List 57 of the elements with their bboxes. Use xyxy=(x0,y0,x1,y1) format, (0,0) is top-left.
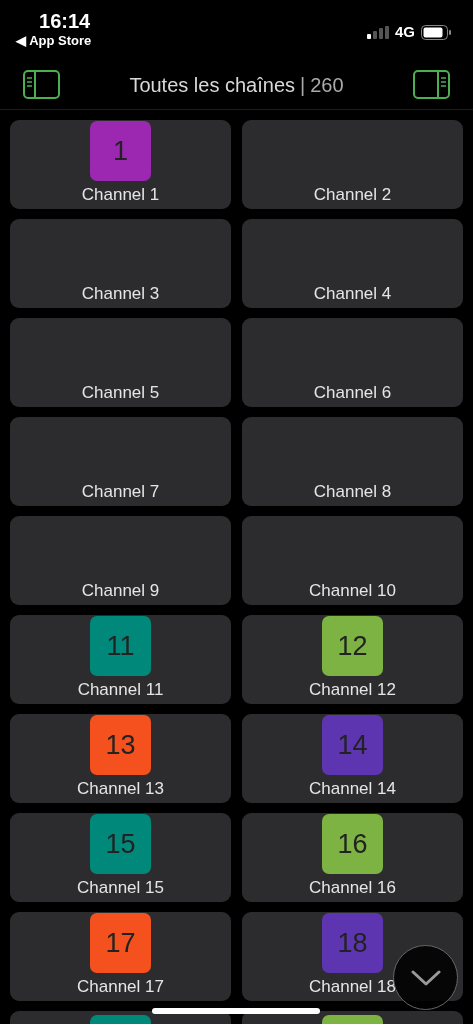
channel-name: Channel 16 xyxy=(309,877,396,899)
channel-name: Channel 14 xyxy=(309,778,396,800)
chevron-down-icon xyxy=(410,969,441,986)
channel-number-badge: 16 xyxy=(322,814,383,874)
channel-tile[interactable]: 17 Channel 17 xyxy=(10,912,231,1001)
channel-tile[interactable]: 13 Channel 13 xyxy=(10,714,231,803)
channel-number-badge: 11 xyxy=(90,616,151,676)
sidebar-left-icon xyxy=(23,70,60,99)
channel-name: Channel 4 xyxy=(313,283,392,305)
sidebar-right-icon xyxy=(413,70,450,99)
channel-tile[interactable]: 15 Channel 15 xyxy=(10,813,231,902)
channel-tile[interactable]: Channel 7 xyxy=(10,417,231,506)
network-type: 4G xyxy=(395,21,415,42)
channel-name: Channel 2 xyxy=(313,184,392,206)
channel-tile[interactable]: 16 Channel 16 xyxy=(242,813,463,902)
channel-name: Channel 10 xyxy=(309,580,396,602)
channel-tile[interactable]: 14 Channel 14 xyxy=(242,714,463,803)
battery-icon xyxy=(421,24,451,40)
channel-tile[interactable]: Channel 4 xyxy=(242,219,463,308)
right-panel-button[interactable] xyxy=(413,70,450,99)
header-title: Toutes les chaînes xyxy=(129,72,296,98)
channel-name: Channel 17 xyxy=(77,976,164,998)
channel-name: Channel 12 xyxy=(309,679,396,701)
channel-number-badge: 18 xyxy=(322,913,383,973)
channel-tile[interactable]: Channel 9 xyxy=(10,516,231,605)
signal-icon xyxy=(367,25,389,39)
channel-name: Channel 5 xyxy=(81,382,160,404)
channel-tile[interactable]: Channel 8 xyxy=(242,417,463,506)
channel-tile[interactable]: Channel 5 xyxy=(10,318,231,407)
channel-count: 260 xyxy=(310,72,344,98)
channel-number-badge: 13 xyxy=(90,715,151,775)
channel-name: Channel 3 xyxy=(81,283,160,305)
separator: | xyxy=(299,72,307,98)
back-link[interactable]: ◀ App Store xyxy=(16,33,92,49)
left-panel-button[interactable] xyxy=(23,70,60,99)
channel-name: Channel 7 xyxy=(81,481,160,503)
channel-name: Channel 13 xyxy=(77,778,164,800)
channel-number-badge: 14 xyxy=(322,715,383,775)
channel-name: Channel 15 xyxy=(77,877,164,899)
channel-name: Channel 1 xyxy=(81,184,160,206)
channel-tile[interactable]: Channel 2 xyxy=(242,120,463,209)
channel-tile[interactable]: 1 Channel 1 xyxy=(10,120,231,209)
channel-name: Channel 6 xyxy=(313,382,392,404)
channel-name: Channel 8 xyxy=(313,481,392,503)
status-time: 16:14 xyxy=(39,9,91,33)
channel-tile[interactable]: Channel 10 xyxy=(242,516,463,605)
channel-tile[interactable]: 11 Channel 11 xyxy=(10,615,231,704)
channel-number-badge: 1 xyxy=(90,121,151,181)
channel-tile[interactable]: Channel 3 xyxy=(10,219,231,308)
channel-name: Channel 11 xyxy=(77,679,164,701)
channel-tile[interactable]: 12 Channel 12 xyxy=(242,615,463,704)
channel-name: Channel 18 xyxy=(309,976,396,998)
channel-number-badge: 17 xyxy=(90,913,151,973)
channel-name: Channel 9 xyxy=(81,580,160,602)
channel-number-badge: 15 xyxy=(90,814,151,874)
channel-number-badge: 12 xyxy=(322,616,383,676)
channel-tile[interactable]: Channel 6 xyxy=(242,318,463,407)
